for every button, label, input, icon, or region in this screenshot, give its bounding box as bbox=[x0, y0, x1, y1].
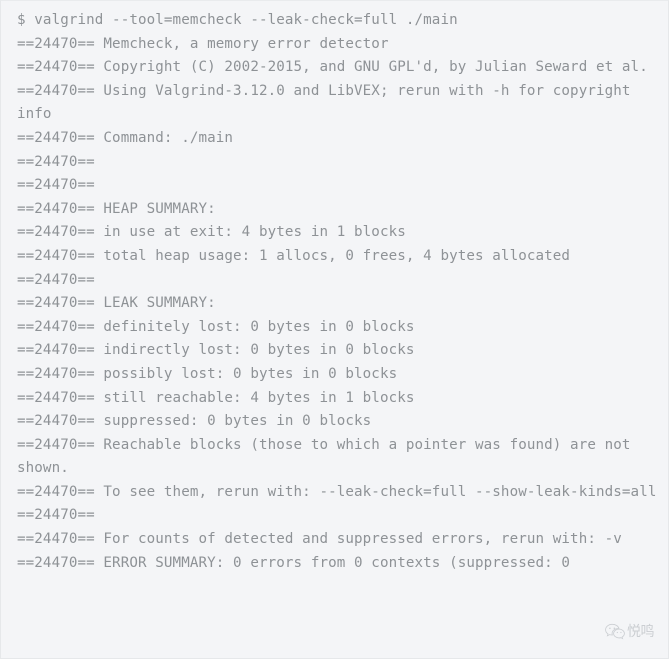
terminal-line: ==24470== bbox=[17, 177, 104, 194]
terminal-line: ==24470== Reachable blocks (those to whi… bbox=[17, 436, 640, 477]
terminal-line: ==24470== possibly lost: 0 bytes in 0 bl… bbox=[17, 365, 398, 382]
terminal-line: ==24470== Copyright (C) 2002-2015, and G… bbox=[17, 59, 648, 76]
terminal-line: ==24470== still reachable: 4 bytes in 1 … bbox=[17, 389, 415, 406]
terminal-line: ==24470== Memcheck, a memory error detec… bbox=[17, 35, 389, 52]
watermark-label: 悦鸣 bbox=[627, 623, 655, 640]
terminal-line: ==24470== HEAP SUMMARY: bbox=[17, 200, 216, 217]
terminal-line: ==24470== indirectly lost: 0 bytes in 0 … bbox=[17, 342, 415, 359]
terminal-line: ==24470== bbox=[17, 507, 104, 524]
watermark: 悦鸣 bbox=[605, 623, 655, 640]
terminal-line: ==24470== suppressed: 0 bytes in 0 block… bbox=[17, 413, 372, 430]
terminal-line: ==24470== For counts of detected and sup… bbox=[17, 531, 622, 548]
terminal-line: ==24470== To see them, rerun with: --lea… bbox=[17, 483, 657, 500]
terminal-line: ==24470== ERROR SUMMARY: 0 errors from 0… bbox=[17, 554, 571, 571]
terminal-line: ==24470== total heap usage: 1 allocs, 0 … bbox=[17, 247, 571, 264]
terminal-line: ==24470== Command: ./main bbox=[17, 129, 234, 146]
terminal-line: ==24470== LEAK SUMMARY: bbox=[17, 295, 216, 312]
terminal-line: ==24470== in use at exit: 4 bytes in 1 b… bbox=[17, 224, 406, 241]
terminal-line: ==24470== definitely lost: 0 bytes in 0 … bbox=[17, 318, 415, 335]
valgrind-output: $ valgrind --tool=memcheck --leak-check=… bbox=[17, 9, 658, 575]
terminal-code-block: $ valgrind --tool=memcheck --leak-check=… bbox=[0, 0, 669, 659]
terminal-line: ==24470== bbox=[17, 271, 104, 288]
terminal-line: $ valgrind --tool=memcheck --leak-check=… bbox=[17, 12, 458, 28]
terminal-line: ==24470== bbox=[17, 153, 104, 170]
wechat-icon bbox=[605, 623, 625, 640]
terminal-line: ==24470== Using Valgrind-3.12.0 and LibV… bbox=[17, 82, 640, 123]
